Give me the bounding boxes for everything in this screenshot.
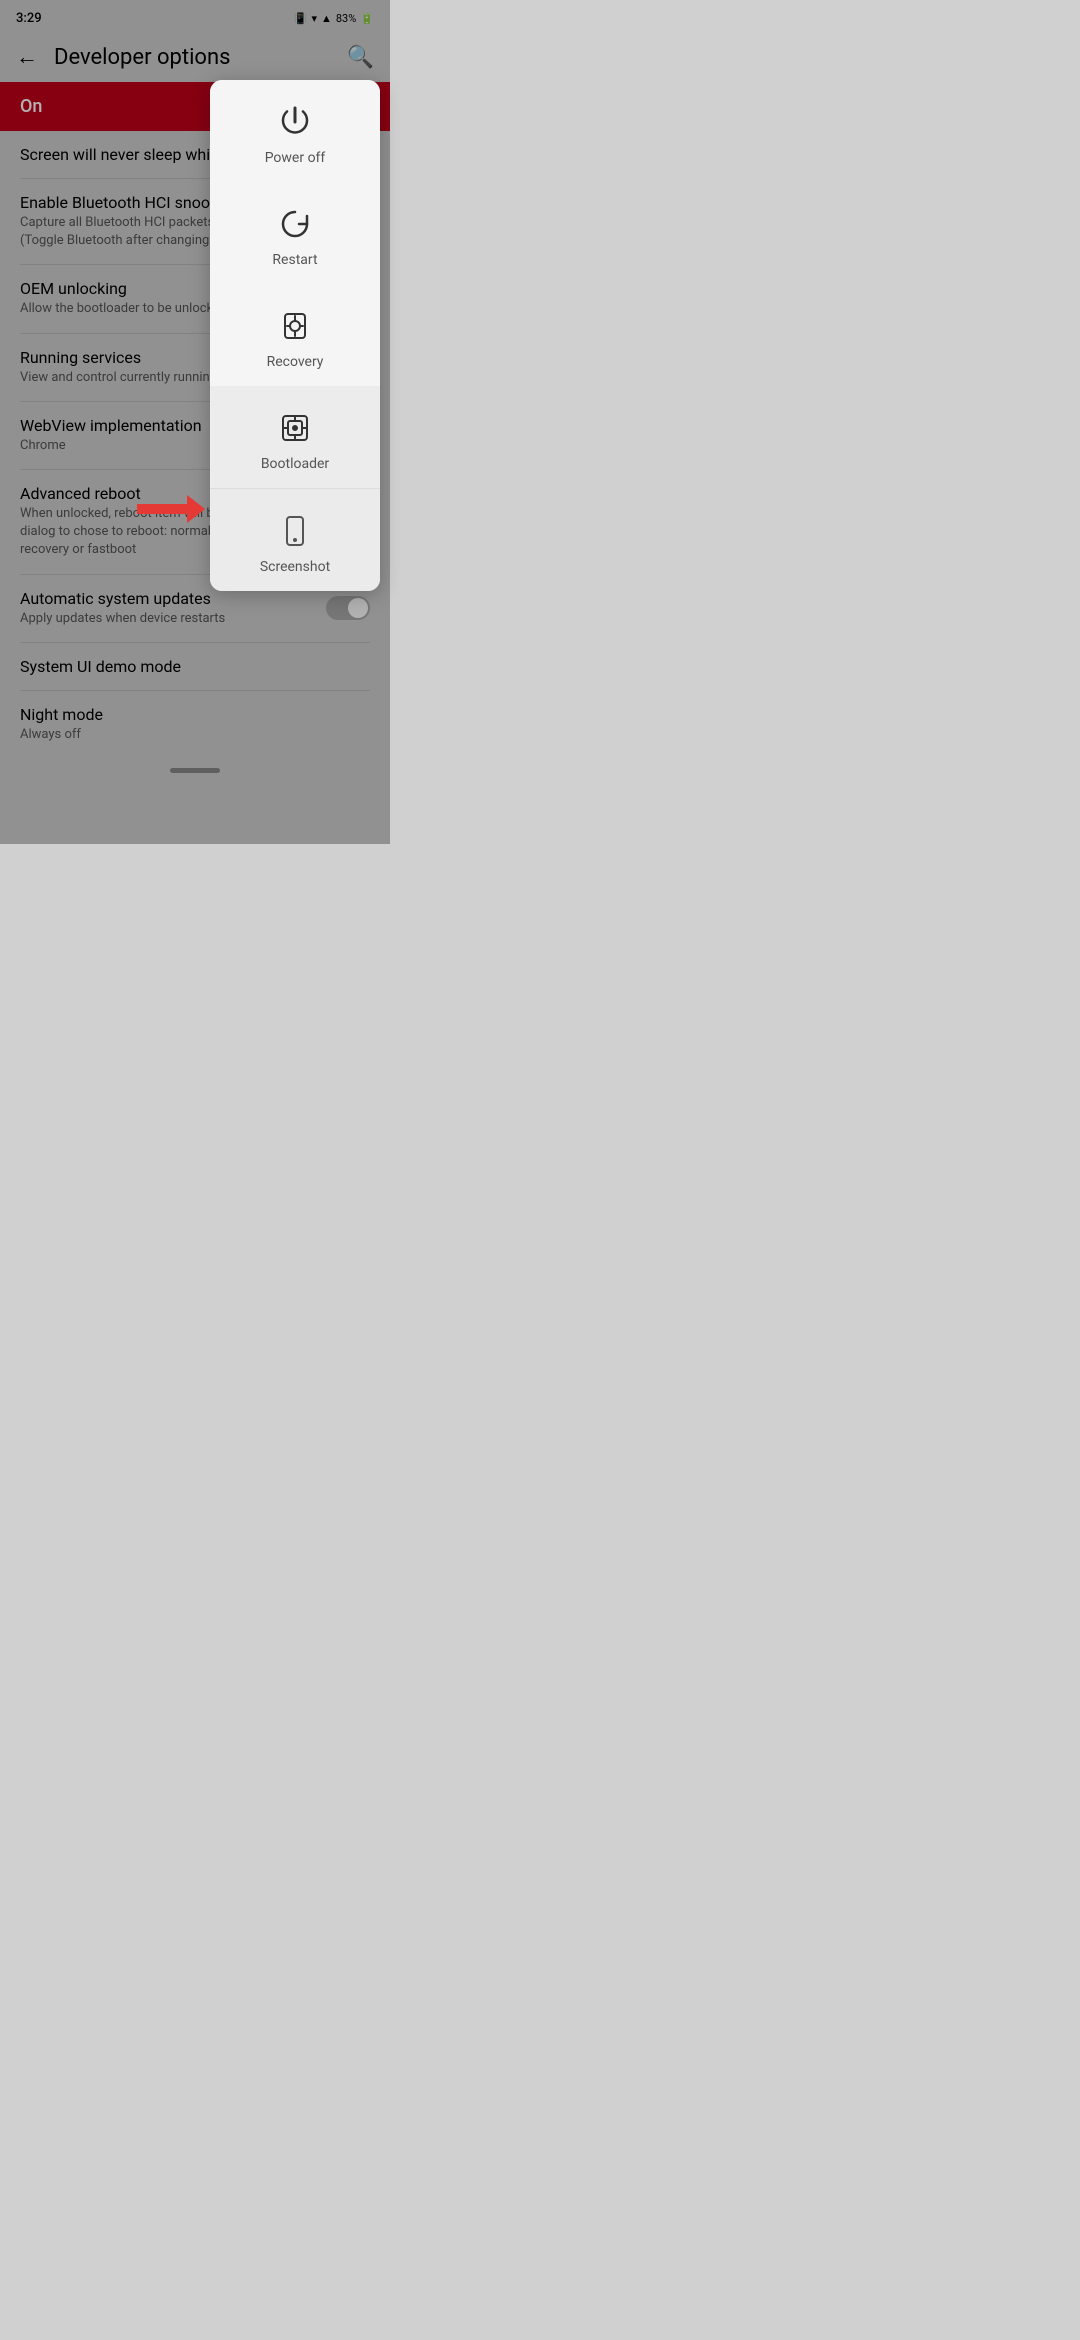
power-menu: Power off Restart Recovery	[210, 80, 380, 591]
power-off-icon	[273, 100, 317, 144]
recovery-button[interactable]: Recovery	[210, 284, 380, 386]
recovery-label: Recovery	[267, 354, 324, 370]
restart-icon	[273, 202, 317, 246]
restart-button[interactable]: Restart	[210, 182, 380, 284]
bootloader-label: Bootloader	[261, 456, 329, 472]
red-arrow	[137, 495, 205, 523]
recovery-icon	[273, 304, 317, 348]
screenshot-icon	[273, 509, 317, 553]
arrow-head	[187, 495, 205, 523]
power-off-label: Power off	[265, 150, 326, 166]
bootloader-button[interactable]: Bootloader	[210, 386, 380, 488]
restart-label: Restart	[272, 252, 317, 268]
arrow-body	[137, 504, 187, 514]
screenshot-label: Screenshot	[260, 559, 330, 575]
power-off-button[interactable]: Power off	[210, 80, 380, 182]
bootloader-icon	[273, 406, 317, 450]
screenshot-button[interactable]: Screenshot	[210, 488, 380, 591]
